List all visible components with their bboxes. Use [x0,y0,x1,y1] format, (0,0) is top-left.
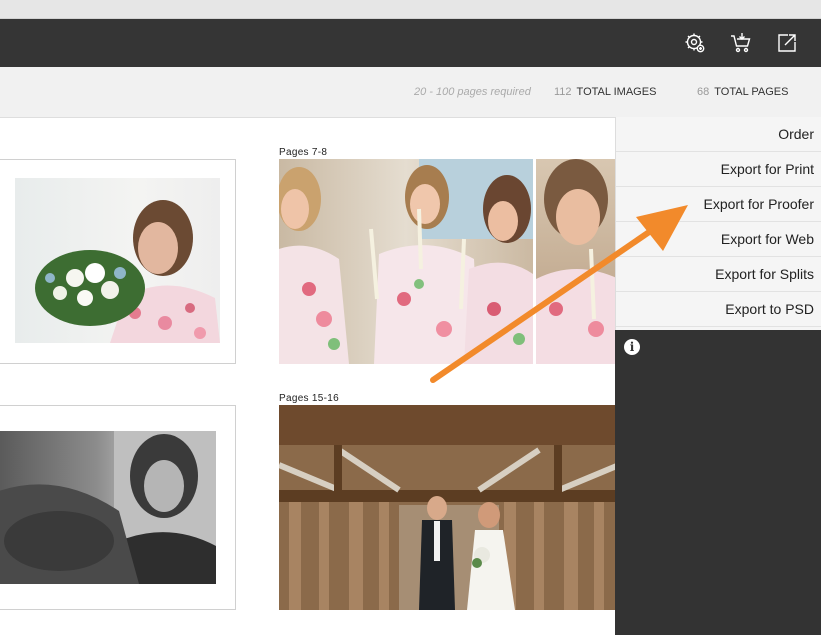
bw-portrait-photo[interactable] [0,431,216,584]
total-pages-stat: 68 TOTAL PAGES [697,86,788,98]
menu-item-export-splits[interactable]: Export for Splits [616,257,821,292]
bride-bouquet-photo[interactable] [15,178,220,343]
menu-item-export-psd[interactable]: Export to PSD [616,292,821,327]
album-spread[interactable] [0,405,236,610]
bridesmaids-toast-photo[interactable] [279,159,533,364]
barn-couple-photo[interactable] [279,405,619,610]
album-spread[interactable] [0,159,236,364]
top-toolbar [0,19,821,67]
cart-icon[interactable] [729,31,753,55]
stats-bar: 20 - 100 pages required 112 TOTAL IMAGES … [0,67,821,118]
page-requirement-text: 20 - 100 pages required [414,86,531,98]
bridesmaid-closeup-photo[interactable] [536,159,619,364]
total-images-stat: 112 TOTAL IMAGES [554,86,656,98]
menu-item-export-proofer[interactable]: Export for Proofer [616,187,821,222]
window-top-strip [0,0,821,19]
total-pages-label: TOTAL PAGES [714,86,789,98]
menu-item-export-print[interactable]: Export for Print [616,152,821,187]
album-spread[interactable] [279,405,619,610]
total-images-count: 112 [554,86,572,98]
album-spread[interactable] [279,159,619,364]
info-icon[interactable]: i [624,339,640,355]
settings-gear-icon[interactable] [683,31,707,55]
total-images-label: TOTAL IMAGES [576,86,657,98]
side-panel: i [615,330,821,635]
spread-label: Pages 7-8 [279,147,328,158]
share-export-icon[interactable] [775,31,799,55]
menu-item-order[interactable]: Order [616,117,821,152]
menu-item-export-web[interactable]: Export for Web [616,222,821,257]
spread-label: Pages 15-16 [279,393,340,404]
album-canvas: Pages 7-8 Pages 15-16 [0,118,619,635]
export-dropdown-menu: Order Export for Print Export for Proofe… [615,117,821,330]
total-pages-count: 68 [697,86,710,98]
